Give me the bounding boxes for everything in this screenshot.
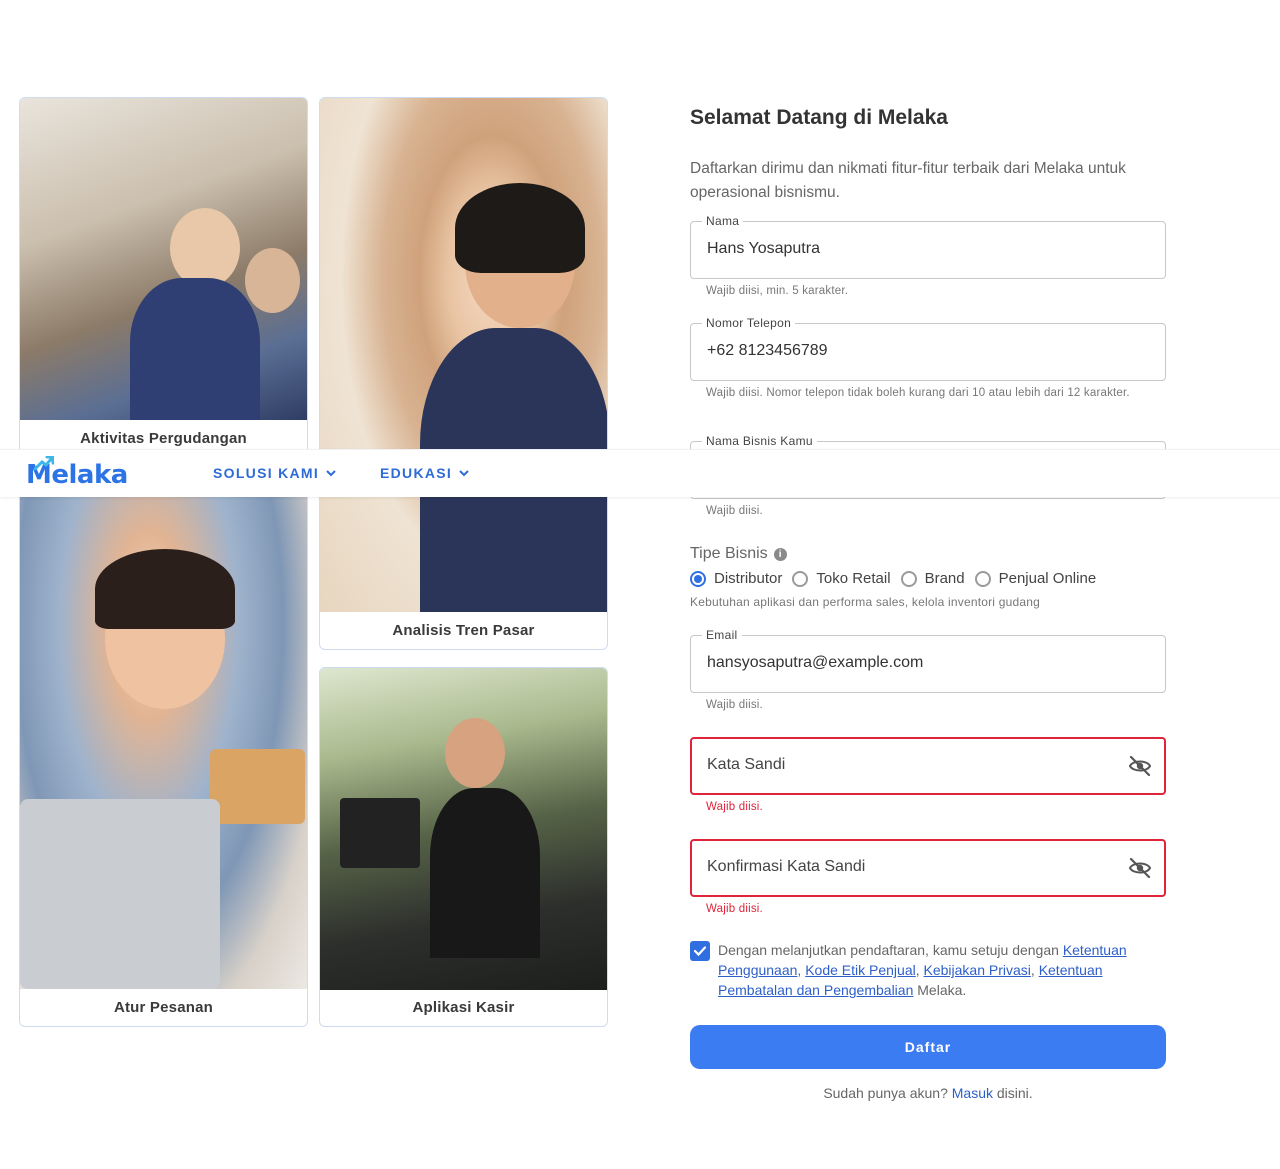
page-title: Selamat Datang di Melaka <box>690 106 948 129</box>
login-suffix: disini. <box>993 1085 1033 1101</box>
login-prefix: Sudah punya akun? <box>823 1085 952 1101</box>
radio-label: Penjual Online <box>998 570 1097 587</box>
password-placeholder: Kata Sandi <box>707 756 786 773</box>
tipe-bisnis-text: Tipe Bisnis <box>690 545 768 562</box>
radio-circle-checked <box>690 570 706 587</box>
nav-edukasi[interactable]: EDUKASI <box>380 465 470 481</box>
agreement-prefix: Dengan melanjutkan pendaftaran, kamu set… <box>718 942 1063 958</box>
card-caption: Atur Pesanan <box>113 999 214 1016</box>
nama-field[interactable]: Nama Hans Yosaputra <box>690 214 1166 279</box>
melaka-logo[interactable]: Melaka <box>26 456 128 492</box>
card-analisis-tren-pasar: Analisis Tren Pasar <box>319 97 608 650</box>
link-kode-etik-penjual[interactable]: Kode Etik Penjual <box>805 962 916 978</box>
field-label: Nama <box>702 214 744 228</box>
cashier-photo <box>320 668 607 990</box>
page-subtitle: Daftarkan dirimu dan nikmati fitur-fitur… <box>690 160 1126 201</box>
logo-arrow-icon <box>34 456 54 470</box>
radio-toko-retail[interactable]: Toko Retail <box>792 570 891 587</box>
radio-label: Toko Retail <box>816 570 891 587</box>
password-field[interactable]: Kata Sandi <box>690 737 1166 795</box>
radio-label: Distributor <box>714 570 783 587</box>
radio-circle <box>792 570 809 587</box>
separator: , <box>1030 962 1039 978</box>
card-caption: Aplikasi Kasir <box>412 999 515 1016</box>
top-navbar: Melaka SOLUSI KAMI EDUKASI <box>0 449 1280 497</box>
separator: , <box>915 962 924 978</box>
radio-label: Brand <box>924 570 965 587</box>
tipe-bisnis-description: Kebutuhan aplikasi dan performa sales, k… <box>690 595 1040 609</box>
confirm-password-field[interactable]: Konfirmasi Kata Sandi <box>690 839 1166 897</box>
seller-photo <box>20 469 307 989</box>
radio-penjual-online[interactable]: Penjual Online <box>974 570 1097 587</box>
field-value: Hans Yosaputra <box>707 240 820 257</box>
radio-distributor[interactable]: Distributor <box>690 570 782 587</box>
card-aktivitas-pergudangan: Aktivitas Pergudangan <box>19 97 308 457</box>
check-icon <box>693 946 707 957</box>
radio-brand[interactable]: Brand <box>900 570 965 587</box>
telepon-field[interactable]: Nomor Telepon +62 8123456789 <box>690 316 1166 381</box>
nav-label: EDUKASI <box>380 465 453 481</box>
bisnis-hint: Wajib diisi. <box>706 505 763 517</box>
nav-label: SOLUSI KAMI <box>213 465 320 481</box>
tipe-bisnis-label: Tipe Bisnis i <box>690 545 787 563</box>
card-aplikasi-kasir: Aplikasi Kasir <box>319 667 608 1027</box>
masuk-link[interactable]: Masuk <box>952 1085 993 1101</box>
radio-circle <box>900 570 917 587</box>
agreement-checkbox[interactable] <box>690 941 710 961</box>
agreement-suffix: Melaka. <box>913 982 967 998</box>
field-value: +62 8123456789 <box>707 342 828 359</box>
chevron-down-icon <box>459 470 469 477</box>
card-caption: Analisis Tren Pasar <box>392 622 535 639</box>
eye-off-icon[interactable] <box>1128 857 1152 879</box>
card-atur-pesanan: Atur Pesanan <box>19 468 308 1027</box>
chevron-down-icon <box>326 470 336 477</box>
password-error: Wajib diisi. <box>706 801 763 813</box>
confirm-password-placeholder: Konfirmasi Kata Sandi <box>707 858 866 875</box>
nama-hint: Wajib diisi, min. 5 karakter. <box>706 285 849 297</box>
agreement-text: Dengan melanjutkan pendaftaran, kamu set… <box>718 940 1158 1000</box>
eye-off-icon[interactable] <box>1128 755 1152 777</box>
nav-solusi-kami[interactable]: SOLUSI KAMI <box>213 465 337 481</box>
radio-circle <box>974 570 991 587</box>
field-value: hansyosaputra@example.com <box>707 654 924 671</box>
warehouse-photo <box>20 98 307 420</box>
link-kebijakan-privasi[interactable]: Kebijakan Privasi <box>924 962 1031 978</box>
field-label: Email <box>702 628 742 642</box>
login-prompt: Sudah punya akun? Masuk disini. <box>690 1085 1166 1101</box>
info-icon[interactable]: i <box>773 547 787 561</box>
tipe-bisnis-radio-group: Distributor Toko Retail Brand Penjual On… <box>690 570 1106 587</box>
email-field[interactable]: Email hansyosaputra@example.com <box>690 628 1166 693</box>
email-hint: Wajib diisi. <box>706 699 763 711</box>
daftar-button[interactable]: Daftar <box>690 1025 1166 1069</box>
telepon-hint: Wajib diisi. Nomor telepon tidak boleh k… <box>706 387 1130 399</box>
analyst-photo <box>320 98 607 612</box>
field-label: Nomor Telepon <box>702 316 796 330</box>
field-label: Nama Bisnis Kamu <box>702 434 817 448</box>
confirm-password-error: Wajib diisi. <box>706 903 763 915</box>
